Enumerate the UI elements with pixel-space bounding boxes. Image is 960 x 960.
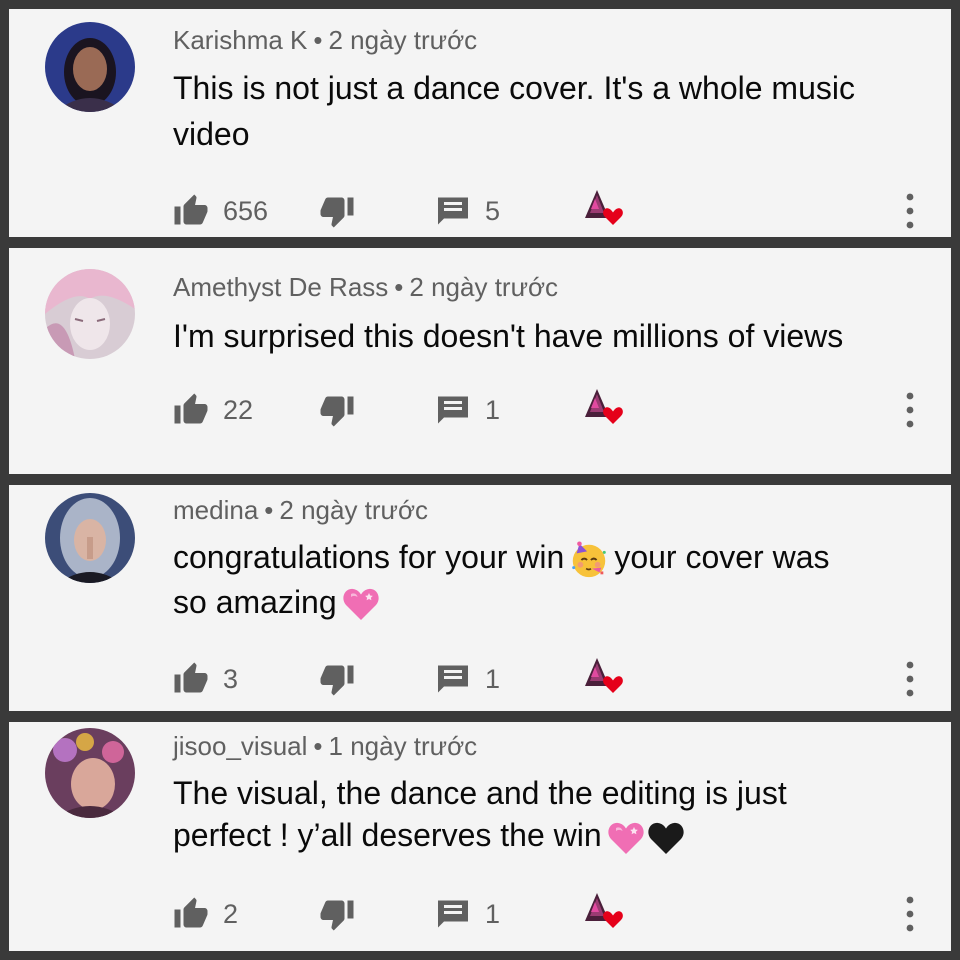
avatar[interactable] [45,728,135,818]
comment-card: Amethyst De Rass • 2 ngày trước I'm surpri… [9,248,951,474]
comment-time[interactable]: 1 ngày trước [329,731,478,761]
comment-card: jisoo_visual • 1 ngày trước The visual, th… [9,722,951,951]
comment-card: Karishma K • 2 ngày trước This is not just… [9,9,951,237]
comment-meta: medina • 2 ngày trước [173,495,428,526]
avatar[interactable] [45,22,135,112]
separator-dot: • [264,495,274,525]
comment-text-fragment: your cover was [614,539,830,575]
more-vertical-icon[interactable] [903,894,917,934]
avatar[interactable] [45,493,135,583]
comment-text: This is not just a dance cover. It's a w… [173,65,933,157]
dislike-button[interactable] [319,390,355,430]
reply-button[interactable]: 5 [435,191,500,231]
comment-icon [435,661,471,697]
comment-actions: 656 5 [173,191,951,231]
like-count: 656 [223,195,269,226]
reply-count: 1 [485,898,501,929]
thumbs-up-icon [173,661,209,697]
comment-text-line: This is not just a dance cover. It's a w… [173,70,855,106]
avatar-image [45,22,135,112]
thumbs-down-icon [319,661,355,697]
like-count: 2 [223,898,239,929]
comment-text-line: congratulations for your win your cover w… [173,536,933,581]
comment-text: congratulations for your win your cover w… [173,536,933,624]
like-button[interactable]: 3 [173,659,238,699]
more-vertical-icon[interactable] [903,191,917,231]
dislike-button[interactable] [319,659,355,699]
creator-heart-icon [577,185,627,229]
thumbs-up-icon [173,193,209,229]
dislike-button[interactable] [319,894,355,934]
like-count: 3 [223,663,239,694]
comment-actions: 22 1 [173,390,951,430]
sparkling-heart-icon [341,584,381,624]
comment-text-fragment: perfect ! y’all deserves the win [173,817,602,853]
creator-heart-icon [577,653,627,697]
reply-count: 1 [485,663,501,694]
comment-meta: jisoo_visual • 1 ngày trước [173,731,477,762]
comment-text-fragment: so amazing [173,583,337,620]
black-heart-icon [646,818,686,858]
comment-icon [435,193,471,229]
comment-text-line: The visual, the dance and the editing is… [173,775,787,811]
like-button[interactable]: 656 [173,191,268,231]
thumbs-up-icon [173,896,209,932]
comment-actions: 3 1 [173,659,951,699]
creator-heart-icon [577,384,627,428]
avatar-image [45,269,135,359]
avatar[interactable] [45,269,135,359]
sparkling-heart-icon [606,818,646,858]
like-count: 22 [223,394,254,425]
avatar-image [45,728,135,818]
more-vertical-icon[interactable] [903,390,917,430]
comment-text: The visual, the dance and the editing is… [173,772,933,858]
reply-button[interactable]: 1 [435,659,500,699]
separator-dot: • [394,272,404,302]
comment-icon [435,392,471,428]
reply-count: 5 [485,195,501,226]
avatar-image [45,493,135,583]
like-button[interactable]: 2 [173,894,238,934]
separator-dot: • [313,25,323,55]
dislike-button[interactable] [319,191,355,231]
comment-actions: 2 1 [173,894,951,934]
comment-text-line: perfect ! y’all deserves the win [173,814,933,858]
partying-face-icon [568,539,610,581]
comment-text-fragment: congratulations for your win [173,539,565,575]
comment-text-line: I'm surprised this doesn't have millions… [173,318,844,354]
comment-icon [435,896,471,932]
comment-time[interactable]: 2 ngày trước [329,25,478,55]
separator-dot: • [313,731,323,761]
comment-card: medina • 2 ngày trước congratulations for … [9,485,951,711]
comment-time[interactable]: 2 ngày trước [409,272,558,302]
thumbs-down-icon [319,193,355,229]
author-name[interactable]: jisoo_visual [173,731,307,761]
author-name[interactable]: Amethyst De Rass [173,272,388,302]
reply-button[interactable]: 1 [435,894,500,934]
reply-button[interactable]: 1 [435,390,500,430]
more-vertical-icon[interactable] [903,659,917,699]
comment-time[interactable]: 2 ngày trước [279,495,428,525]
author-name[interactable]: medina [173,495,258,525]
comment-text: I'm surprised this doesn't have millions… [173,313,933,359]
comment-meta: Amethyst De Rass • 2 ngày trước [173,272,558,303]
comment-text-line: so amazing [173,581,933,625]
comment-meta: Karishma K • 2 ngày trước [173,25,477,56]
thumbs-up-icon [173,392,209,428]
creator-heart-icon [577,888,627,932]
author-name[interactable]: Karishma K [173,25,307,55]
comment-text-line: video [173,116,250,152]
like-button[interactable]: 22 [173,390,253,430]
thumbs-down-icon [319,896,355,932]
reply-count: 1 [485,394,501,425]
thumbs-down-icon [319,392,355,428]
